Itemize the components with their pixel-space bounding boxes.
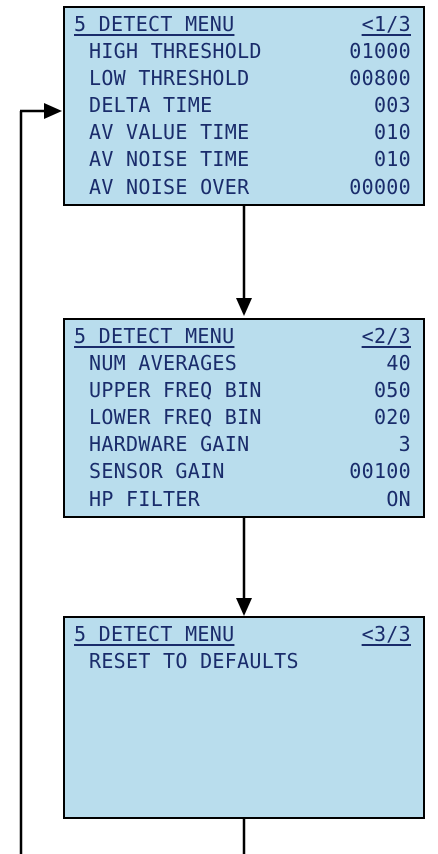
menu-item-value: 01000: [349, 39, 411, 63]
menu-item-label: NUM AVERAGES: [89, 351, 238, 375]
menu-title: 5 DETECT MENU: [74, 622, 235, 646]
lcd-screen-page-2: 5 DETECT MENU <2/3 NUM AVERAGES 40 UPPER…: [63, 318, 425, 518]
menu-item-label: DELTA TIME: [89, 93, 213, 117]
menu-item-value: 40: [386, 351, 411, 375]
menu-item-label: SENSOR GAIN: [89, 459, 225, 483]
menu-item-num-averages[interactable]: NUM AVERAGES 40: [89, 350, 411, 377]
menu-item-value: 00100: [349, 459, 411, 483]
menu-item-label: LOW THRESHOLD: [89, 66, 250, 90]
page-indicator: <3/3: [361, 622, 411, 646]
lcd-screen-page-1: 5 DETECT MENU <1/3 HIGH THRESHOLD 01000 …: [63, 6, 425, 206]
arrowhead-down-2: [236, 598, 252, 616]
menu-item-value: 020: [373, 405, 411, 429]
menu-item-value: 050: [373, 378, 411, 402]
menu-item-value: 010: [373, 120, 411, 144]
menu-item-value: 010: [373, 147, 411, 171]
menu-item-value: 00000: [349, 175, 411, 199]
menu-item-value: 003: [373, 93, 411, 117]
arrowhead-right: [44, 103, 62, 119]
arrowhead-down-1: [236, 298, 252, 316]
menu-item-value: 00800: [349, 66, 411, 90]
menu-item-av-noise-over[interactable]: AV NOISE OVER 00000: [89, 174, 411, 201]
menu-title: 5 DETECT MENU: [74, 12, 235, 36]
menu-item-upper-freq-bin[interactable]: UPPER FREQ BIN 050: [89, 377, 411, 404]
menu-item-label: HP FILTER: [89, 487, 201, 511]
menu-item-high-threshold[interactable]: HIGH THRESHOLD 01000: [89, 38, 411, 65]
menu-item-low-threshold[interactable]: LOW THRESHOLD 00800: [89, 65, 411, 92]
menu-item-label: AV NOISE TIME: [89, 147, 250, 171]
menu-item-reset-to-defaults[interactable]: RESET TO DEFAULTS: [89, 648, 411, 675]
menu-item-delta-time[interactable]: DELTA TIME 003: [89, 92, 411, 119]
menu-item-label: RESET TO DEFAULTS: [89, 649, 299, 673]
menu-item-label: UPPER FREQ BIN: [89, 378, 262, 402]
menu-title: 5 DETECT MENU: [74, 324, 235, 348]
menu-item-sensor-gain[interactable]: SENSOR GAIN 00100: [89, 458, 411, 485]
menu-header: 5 DETECT MENU <3/3: [74, 621, 411, 648]
menu-item-value: 3: [398, 432, 411, 456]
menu-item-av-value-time[interactable]: AV VALUE TIME 010: [89, 119, 411, 146]
menu-item-lower-freq-bin[interactable]: LOWER FREQ BIN 020: [89, 404, 411, 431]
menu-item-hardware-gain[interactable]: HARDWARE GAIN 3: [89, 431, 411, 458]
menu-item-label: HARDWARE GAIN: [89, 432, 250, 456]
menu-item-hp-filter[interactable]: HP FILTER ON: [89, 486, 411, 513]
menu-item-label: LOWER FREQ BIN: [89, 405, 262, 429]
menu-item-label: AV VALUE TIME: [89, 120, 250, 144]
menu-item-value: ON: [386, 487, 411, 511]
menu-item-label: AV NOISE OVER: [89, 175, 250, 199]
menu-header: 5 DETECT MENU <2/3: [74, 323, 411, 350]
lcd-screen-page-3: 5 DETECT MENU <3/3 RESET TO DEFAULTS: [63, 616, 425, 819]
menu-item-label: HIGH THRESHOLD: [89, 39, 262, 63]
menu-item-av-noise-time[interactable]: AV NOISE TIME 010: [89, 146, 411, 173]
page-indicator: <1/3: [361, 12, 411, 36]
page-indicator: <2/3: [361, 324, 411, 348]
menu-header: 5 DETECT MENU <1/3: [74, 11, 411, 38]
